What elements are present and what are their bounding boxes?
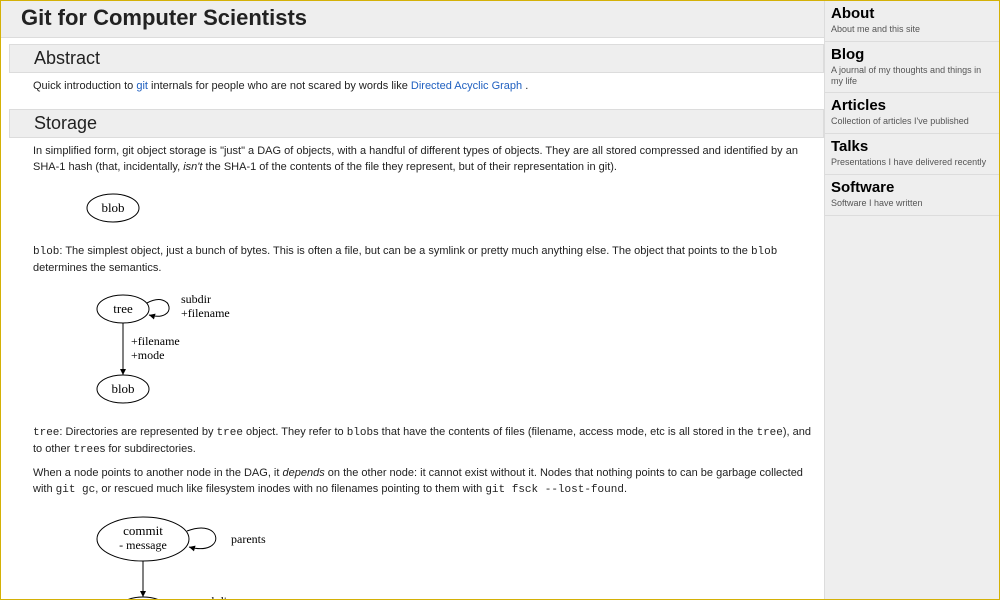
tree-node-label: tree [113,301,133,316]
tree-mid-2: object. They refer to [243,426,347,438]
abstract-tail: . [522,80,528,92]
blob-tail: determines the semantics. [33,262,161,274]
blob-diagram: blob [73,188,814,234]
tree-edge-down2: +mode [131,348,164,362]
abstract-mid: internals for people who are not scared … [148,80,411,92]
tree-code-1: tree [33,427,59,439]
sidebar-item-software[interactable]: Software Software I have written [825,175,999,216]
commit-parents-label: parents [231,532,266,546]
commit-tree-edge-subdir: subdir [201,594,231,599]
abstract-heading: Abstract [9,44,824,73]
depends-lead: When a node points to another node in th… [33,467,283,479]
storage-heading: Storage [9,109,824,138]
commit-node-label-2: - message [119,538,167,552]
tree-code-3: tree [756,427,782,439]
main-content: Git for Computer Scientists Abstract Qui… [1,1,824,599]
abstract-lead: Quick introduction to [33,80,136,92]
tree-code-blob: blob [347,427,373,439]
depends-word: depends [283,467,325,479]
tree-blob-node-label: blob [111,381,134,396]
tree-edge-filename: +filename [181,306,230,320]
tree-tail: s for subdirectories. [100,443,196,455]
fsck-code: git fsck --lost-found [485,484,624,496]
p1-isnt: isn't [183,161,202,173]
sidebar-item-desc: Software I have written [831,198,993,209]
commit-diagram: commit - message parents tree subdir +fi… [73,511,814,599]
depends-desc: When a node points to another node in th… [33,466,814,499]
commit-node-label-1: commit [123,523,163,538]
abstract-body: Quick introduction to git internals for … [1,73,824,103]
sidebar-item-articles[interactable]: Articles Collection of articles I've pub… [825,93,999,134]
sidebar-item-blog[interactable]: Blog A journal of my thoughts and things… [825,42,999,94]
sidebar-item-title: About [831,5,993,23]
depends-mid2: , or rescued much like filesystem inodes… [95,483,485,495]
storage-body: In simplified form, git object storage i… [1,138,824,599]
blob-desc: blob: The simplest object, just a bunch … [33,244,814,277]
sidebar-item-title: Articles [831,97,993,115]
dag-link[interactable]: Directed Acyclic Graph [411,80,522,92]
blob-code-2: blob [751,246,777,258]
blob-node-label: blob [101,200,124,215]
sidebar-item-talks[interactable]: Talks Presentations I have delivered rec… [825,134,999,175]
abstract-text: Quick introduction to git internals for … [33,79,814,95]
tree-code-4: tree [73,444,99,456]
gc-code: git gc [56,484,96,496]
tree-desc: tree: Directories are represented by tre… [33,425,814,459]
sidebar-item-about[interactable]: About About me and this site [825,1,999,42]
blob-mid: : The simplest object, just a bunch of b… [59,245,751,257]
sidebar-item-title: Talks [831,138,993,156]
sidebar-item-desc: Collection of articles I've published [831,116,993,127]
sidebar-item-desc: A journal of my thoughts and things in m… [831,65,993,87]
sidebar-item-desc: Presentations I have delivered recently [831,157,993,168]
tree-mid-1: : Directories are represented by [59,426,216,438]
tree-edge-subdir: subdir [181,292,211,306]
tree-diagram: tree subdir +filename +filename +mode bl… [73,289,814,415]
tree-code-2: tree [217,427,243,439]
tree-edge-down1: +filename [131,334,180,348]
git-link[interactable]: git [136,80,148,92]
sidebar-item-desc: About me and this site [831,24,993,35]
depends-tail: . [624,483,627,495]
sidebar: About About me and this site Blog A jour… [824,1,999,599]
sidebar-item-title: Software [831,179,993,197]
tree-mid-3: s that have the contents of files (filen… [373,426,756,438]
sidebar-item-title: Blog [831,46,993,64]
storage-p1: In simplified form, git object storage i… [33,144,814,176]
blob-code: blob [33,246,59,258]
p1-tail: the SHA-1 of the contents of the file th… [202,161,617,173]
page-title: Git for Computer Scientists [1,1,824,38]
